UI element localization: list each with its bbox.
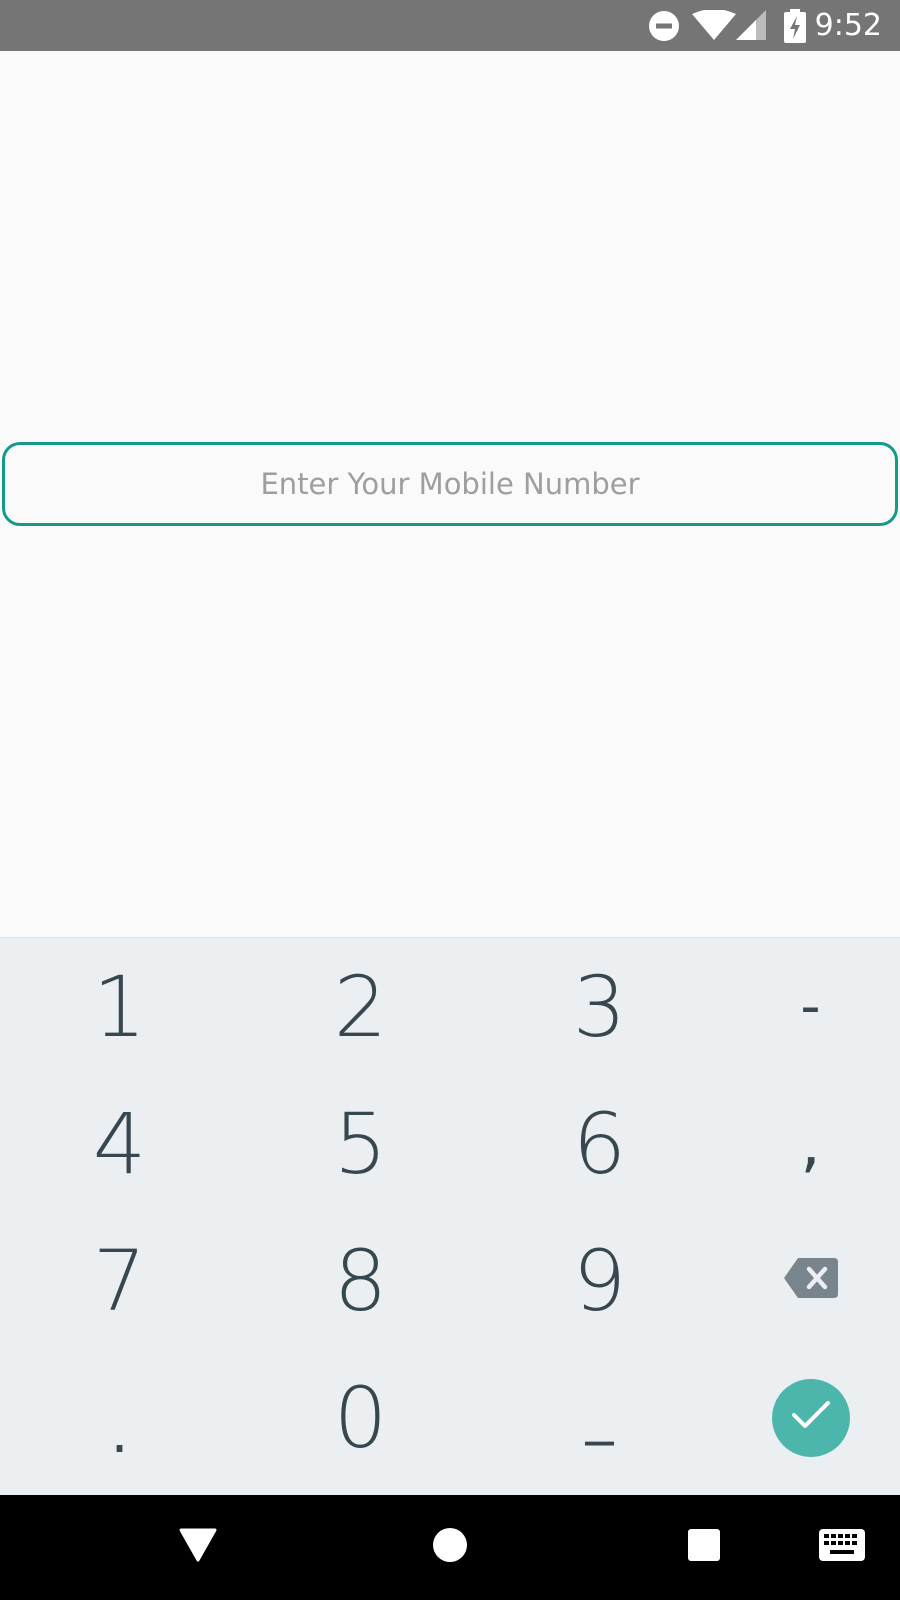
key-comma-label: , [800, 1106, 821, 1181]
key-7-label: 7 [92, 1231, 147, 1330]
key-7[interactable]: 7 [7, 1212, 232, 1349]
key-0[interactable]: 0 [248, 1349, 473, 1486]
key-underscore[interactable]: _ [487, 1349, 712, 1486]
key-2-label: 2 [333, 957, 388, 1056]
checkmark-icon [791, 1399, 831, 1436]
mobile-number-field[interactable] [2, 442, 898, 526]
battery-charging-icon [784, 0, 806, 51]
key-6[interactable]: 6 [487, 1075, 712, 1212]
done-button[interactable] [771, 1378, 850, 1457]
key-dash[interactable]: - [698, 938, 900, 1075]
back-icon [179, 1528, 217, 1567]
status-bar: 9:52 [0, 0, 900, 51]
back-button[interactable] [160, 1495, 236, 1600]
mobile-number-input[interactable] [5, 445, 895, 523]
recents-button[interactable] [666, 1495, 742, 1600]
backspace-key[interactable] [698, 1212, 900, 1349]
key-0-label: 0 [333, 1368, 388, 1467]
keyboard-switch-button[interactable] [804, 1495, 880, 1600]
key-3-label: 3 [572, 957, 627, 1056]
keyboard-switch-icon [819, 1529, 865, 1566]
status-time: 9:52 [814, 8, 882, 43]
key-underscore-label: _ [585, 1380, 614, 1446]
key-dash-label: - [800, 973, 821, 1039]
key-4[interactable]: 4 [7, 1075, 232, 1212]
home-button[interactable] [412, 1495, 488, 1600]
key-comma[interactable]: , [698, 1075, 900, 1212]
cell-signal-icon [736, 0, 768, 51]
key-9-label: 9 [572, 1231, 627, 1330]
wifi-icon [692, 0, 736, 51]
key-period[interactable]: . [7, 1349, 232, 1486]
do-not-disturb-icon [648, 0, 680, 51]
home-icon [432, 1527, 468, 1568]
key-8[interactable]: 8 [248, 1212, 473, 1349]
key-8-label: 8 [333, 1231, 388, 1330]
recents-icon [687, 1528, 721, 1567]
key-6-label: 6 [572, 1094, 627, 1193]
key-1[interactable]: 1 [7, 938, 232, 1075]
backspace-icon [783, 1258, 838, 1303]
app-body [0, 51, 900, 937]
numeric-keypad: 1 2 3 - 4 5 6 , 7 8 9 . 0 _ [0, 937, 900, 1495]
key-5[interactable]: 5 [248, 1075, 473, 1212]
key-5-label: 5 [333, 1094, 388, 1193]
key-period-label: . [110, 1400, 129, 1466]
key-4-label: 4 [92, 1094, 147, 1193]
key-1-label: 1 [92, 957, 147, 1056]
navigation-bar [0, 1495, 900, 1600]
key-9[interactable]: 9 [487, 1212, 712, 1349]
key-2[interactable]: 2 [248, 938, 473, 1075]
key-3[interactable]: 3 [487, 938, 712, 1075]
done-key[interactable] [698, 1349, 900, 1486]
